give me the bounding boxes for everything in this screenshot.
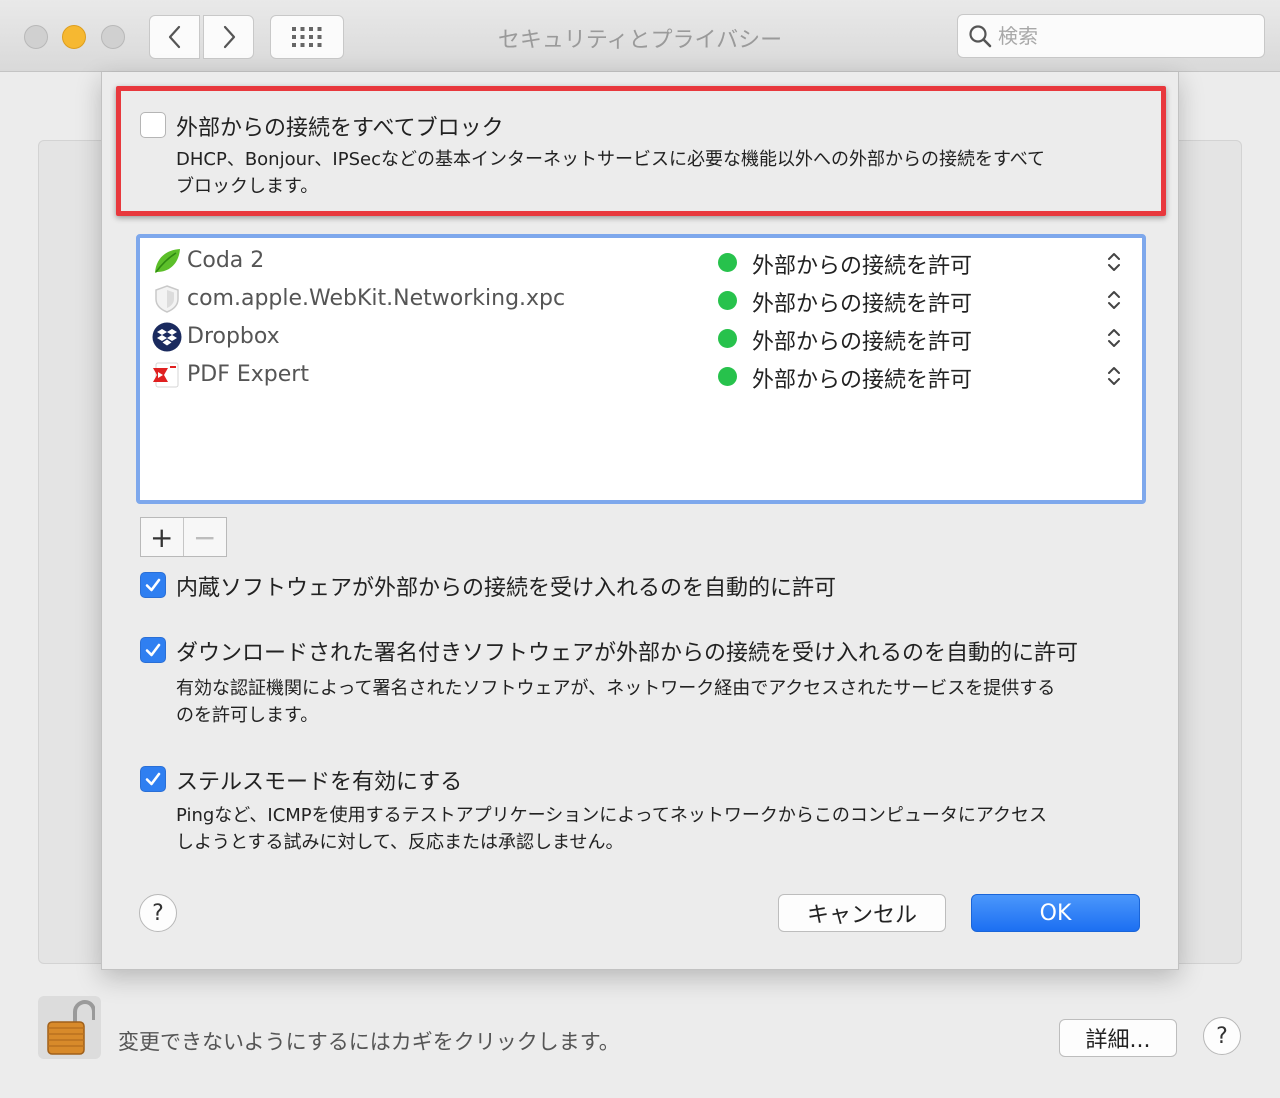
allow-signed-description-line1: 有効な認証機関によって署名されたソフトウェアが、ネットワーク経由でアクセスされた…	[176, 678, 1056, 699]
allow-builtin-label: 内蔵ソフトウェアが外部からの接続を受け入れるのを自動的に許可	[176, 576, 837, 601]
app-row-dropbox[interactable]: Dropbox 外部からの接続を許可	[140, 318, 1142, 356]
app-status-select[interactable]: 外部からの接続を許可	[752, 248, 972, 280]
status-green-dot	[718, 367, 737, 386]
up-down-chevron-icon[interactable]	[1106, 250, 1122, 274]
coda-leaf-icon	[155, 249, 180, 273]
unlocked-padlock-icon	[46, 999, 95, 1055]
app-row-pdf-expert[interactable]: PDF Expert 外部からの接続を許可	[140, 356, 1142, 394]
show-all-button[interactable]	[270, 15, 344, 59]
app-status-select[interactable]: 外部からの接続を許可	[752, 362, 972, 394]
stealth-mode-description-line1: Pingなど、ICMPを使用するテストアプリケーションによってネットワークからこ…	[176, 805, 1047, 826]
search-input[interactable]	[998, 24, 1238, 48]
shield-icon	[155, 285, 179, 313]
allow-builtin-checkbox[interactable]	[140, 572, 166, 598]
pdf-expert-icon	[153, 362, 179, 388]
app-name: com.apple.WebKit.Networking.xpc	[187, 286, 566, 311]
stealth-mode-description: Pingなど、ICMPを使用するテストアプリケーションによってネットワークからこ…	[176, 802, 1047, 856]
allow-signed-description: 有効な認証機関によって署名されたソフトウェアが、ネットワーク経由でアクセスされた…	[176, 675, 1055, 729]
status-green-dot	[718, 329, 737, 348]
block-all-description-line2: ブロックします。	[176, 176, 319, 197]
details-button[interactable]: 詳細...	[1059, 1019, 1177, 1057]
allow-signed-description-line2: のを許可します。	[176, 705, 319, 726]
allow-signed-label: ダウンロードされた署名付きソフトウェアが外部からの接続を受け入れるのを自動的に許…	[176, 641, 1079, 666]
forward-button[interactable]	[203, 15, 254, 59]
lock-button[interactable]	[38, 996, 101, 1059]
checkmark-icon	[145, 578, 161, 592]
status-green-dot	[718, 253, 737, 272]
minimize-window-button[interactable]	[62, 25, 86, 49]
cancel-button[interactable]: キャンセル	[778, 894, 946, 932]
grid-icon	[292, 27, 322, 47]
block-all-description: DHCP、Bonjour、IPSecなどの基本インターネットサービスに必要な機能…	[176, 146, 1045, 200]
remove-app-button[interactable]: −	[184, 518, 227, 556]
app-row-coda[interactable]: Coda 2 外部からの接続を許可	[140, 242, 1142, 280]
close-window-button[interactable]	[24, 25, 48, 49]
checkmark-icon	[145, 643, 161, 657]
stealth-mode-description-line2: しようとする試みに対して、反応または承認しません。	[176, 832, 624, 853]
zoom-window-button[interactable]	[101, 25, 125, 49]
footer-help-button[interactable]: ?	[1203, 1017, 1241, 1055]
title-bar: セキュリティとプライバシー	[0, 0, 1280, 72]
chevron-right-icon	[223, 25, 235, 49]
app-status-select[interactable]: 外部からの接続を許可	[752, 286, 972, 318]
block-all-description-line1: DHCP、Bonjour、IPSecなどの基本インターネットサービスに必要な機能…	[176, 149, 1045, 170]
app-status-select[interactable]: 外部からの接続を許可	[752, 324, 972, 356]
search-field[interactable]	[957, 14, 1265, 58]
app-name: Dropbox	[187, 324, 280, 349]
lock-instruction-text: 変更できないようにするにはカギをクリックします。	[118, 1030, 620, 1054]
block-all-checkbox[interactable]	[140, 112, 166, 138]
status-green-dot	[718, 291, 737, 310]
search-icon	[969, 25, 992, 48]
up-down-chevron-icon[interactable]	[1106, 326, 1122, 350]
checkmark-icon	[145, 772, 161, 786]
up-down-chevron-icon[interactable]	[1106, 364, 1122, 388]
app-name: PDF Expert	[187, 362, 309, 387]
back-button[interactable]	[149, 15, 200, 59]
stealth-mode-label: ステルスモードを有効にする	[176, 770, 463, 795]
app-row-webkit[interactable]: com.apple.WebKit.Networking.xpc 外部からの接続を…	[140, 280, 1142, 318]
chevron-left-icon	[168, 25, 180, 49]
firewall-options-sheet: 外部からの接続をすべてブロック DHCP、Bonjour、IPSecなどの基本イ…	[101, 72, 1179, 970]
add-app-button[interactable]: +	[141, 518, 184, 556]
stealth-mode-checkbox[interactable]	[140, 766, 166, 792]
app-name: Coda 2	[187, 248, 265, 273]
app-list[interactable]: Coda 2 外部からの接続を許可 com.apple.WebKit.Netwo…	[136, 234, 1146, 504]
help-button[interactable]: ?	[139, 894, 177, 932]
up-down-chevron-icon[interactable]	[1106, 288, 1122, 312]
block-all-label: 外部からの接続をすべてブロック	[176, 116, 504, 141]
allow-signed-checkbox[interactable]	[140, 637, 166, 663]
ok-button[interactable]: OK	[971, 894, 1140, 932]
dropbox-icon	[152, 322, 182, 352]
list-add-remove-control: + −	[140, 517, 227, 557]
